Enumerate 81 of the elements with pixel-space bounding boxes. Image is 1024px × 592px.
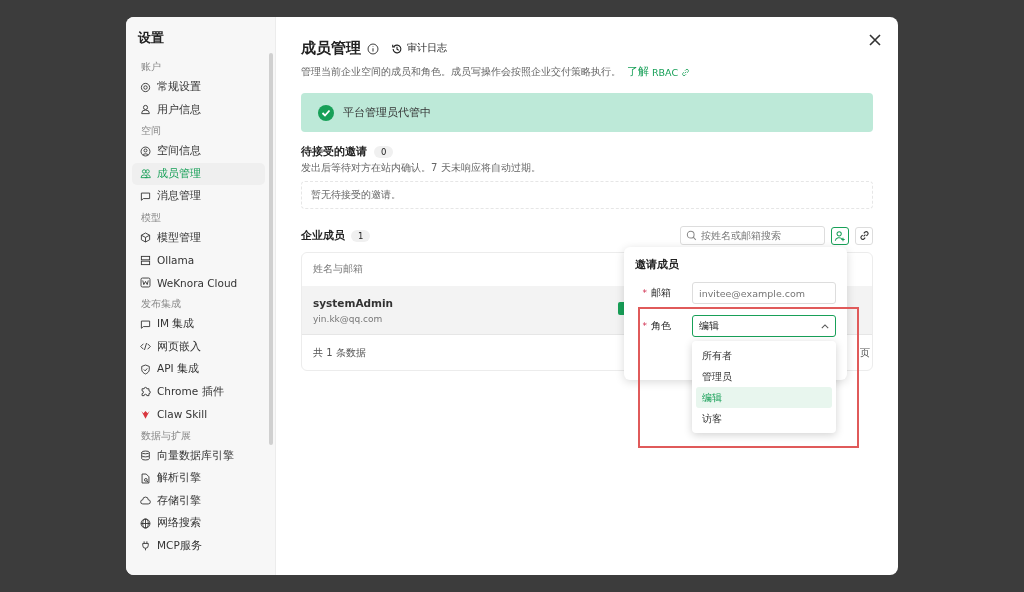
sidebar-item[interactable]: 存储引擎: [132, 489, 265, 512]
group-label: 数据与扩展: [140, 428, 192, 443]
menu-item-icon: [140, 540, 151, 552]
copy-link-button[interactable]: [855, 226, 873, 245]
sidebar-title: 设置: [137, 29, 165, 47]
menu-item-icon: [140, 145, 151, 157]
info-icon[interactable]: [367, 42, 379, 55]
role-select[interactable]: 编辑: [692, 315, 836, 337]
caret-icon: [821, 323, 829, 329]
member-email: yin.kk@qq.com: [313, 313, 383, 324]
sidebar-item[interactable]: Claw Skill: [132, 403, 265, 426]
menu-item-icon: [140, 104, 151, 116]
member-name: systemAdmin: [313, 296, 394, 309]
menu-item-icon: [140, 517, 151, 529]
sidebar-item[interactable]: WeKnora Cloud: [132, 271, 265, 294]
sidebar-item[interactable]: 向量数据库引擎: [132, 444, 265, 467]
scrollbar[interactable]: [269, 53, 273, 445]
menu-item-icon: [140, 386, 151, 398]
dropdown-option[interactable]: 所有者: [696, 345, 832, 366]
history-icon: [391, 42, 403, 55]
sidebar-item[interactable]: 网页嵌入: [132, 335, 265, 358]
group-label: 发布集成: [140, 297, 182, 311]
required-mark: *: [641, 288, 647, 298]
group-label: 模型: [140, 210, 162, 225]
group-label: 空间: [140, 124, 162, 138]
section-title: 企业成员: [301, 228, 345, 243]
popover-title: 邀请成员: [635, 258, 680, 272]
invite-member-button[interactable]: [831, 226, 849, 245]
claw-icon: [140, 408, 151, 420]
sidebar-item[interactable]: API 集成: [132, 358, 265, 381]
add-user-icon: [834, 229, 846, 242]
dropdown-option[interactable]: 访客: [696, 408, 832, 429]
menu-item-icon: [140, 254, 151, 266]
menu-item-icon: [140, 495, 151, 507]
sidebar-item[interactable]: MCP服务: [132, 534, 265, 557]
menu-item-icon: [140, 472, 151, 484]
group-label: 账户: [140, 60, 162, 74]
link-icon: [681, 67, 691, 77]
menu-item-icon: [140, 81, 151, 93]
count-badge: 0: [374, 146, 394, 158]
required-mark: *: [641, 321, 647, 331]
sidebar-item[interactable]: Ollama: [132, 249, 265, 272]
menu-item-icon: [140, 277, 151, 289]
sidebar-item[interactable]: 常规设置: [132, 76, 265, 99]
menu-item-icon: [140, 318, 151, 330]
close-icon: [869, 34, 881, 46]
total-count: 共 1 条数据: [313, 345, 366, 360]
check-icon: [318, 104, 334, 121]
empty-state: 暂无待接受的邀请。: [301, 181, 873, 209]
dropdown-option[interactable]: 管理员: [696, 366, 832, 387]
sidebar-item[interactable]: 空间信息: [132, 140, 265, 163]
column-header: 姓名与邮箱: [313, 263, 363, 276]
email-field[interactable]: invitee@example.com: [692, 282, 836, 304]
menu-item-icon: [140, 450, 151, 462]
menu-item-icon: [140, 232, 151, 244]
hint-text: 发出后等待对方在站内确认。7 天未响应将自动过期。: [301, 161, 542, 175]
sidebar-item[interactable]: 模型管理: [132, 226, 265, 249]
page-title: 成员管理: [301, 39, 361, 58]
close-button[interactable]: [869, 34, 881, 46]
search-icon: [686, 230, 697, 241]
rbac-link[interactable]: 了解 RBAC: [627, 65, 691, 79]
count-badge: 1: [351, 229, 371, 242]
audit-log-link[interactable]: 审计日志: [391, 42, 447, 55]
sidebar-item[interactable]: 网络搜索: [132, 512, 265, 535]
section-title: 待接受的邀请: [301, 145, 367, 159]
field-label: 角色: [651, 319, 672, 333]
menu-item-icon: [140, 168, 151, 180]
sidebar-item[interactable]: 用户信息: [132, 98, 265, 121]
link-icon: [858, 230, 870, 241]
pagination-text: 页: [860, 345, 870, 360]
menu-item-icon: [140, 363, 151, 375]
menu-item-icon: [140, 190, 151, 202]
menu-item-icon: [140, 341, 151, 353]
search-field[interactable]: 按姓名或邮箱搜索: [680, 226, 825, 245]
sidebar-item[interactable]: Chrome 插件: [132, 380, 265, 403]
sidebar-item[interactable]: 消息管理: [132, 185, 265, 208]
description-text: 管理当前企业空间的成员和角色。成员写操作会按照企业交付策略执行。: [301, 65, 621, 79]
banner-text: 平台管理员代管中: [343, 105, 431, 120]
sidebar-item[interactable]: 解析引擎: [132, 467, 265, 490]
sidebar-item[interactable]: IM 集成: [132, 313, 265, 336]
field-label: 邮箱: [651, 286, 672, 300]
